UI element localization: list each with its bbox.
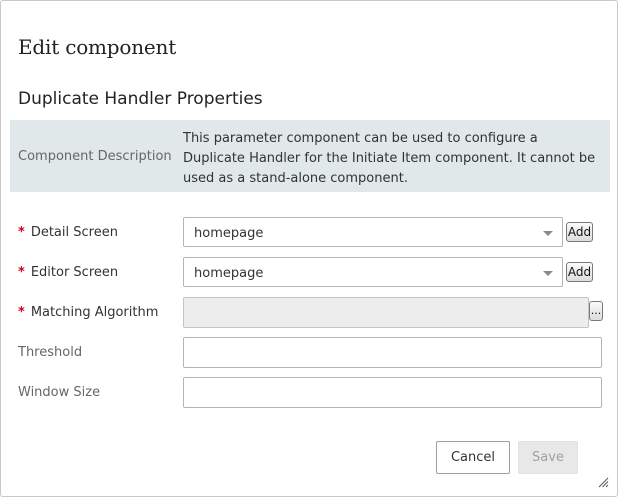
component-description-panel: Component Description This parameter com… (10, 120, 610, 192)
save-button: Save (518, 441, 578, 474)
detail-screen-select[interactable]: homepage (183, 217, 563, 247)
detail-screen-add-button[interactable]: Add (566, 222, 593, 242)
edit-component-dialog: Edit component Duplicate Handler Propert… (0, 0, 618, 497)
editor-screen-label-text: Editor Screen (30, 265, 119, 280)
cancel-button[interactable]: Cancel (436, 441, 510, 474)
matching-algorithm-browse-button[interactable]: ... (589, 301, 603, 321)
editor-screen-value: homepage (194, 266, 264, 281)
threshold-input[interactable] (183, 337, 602, 368)
required-indicator: * (18, 225, 25, 240)
component-description-label: Component Description (18, 149, 172, 164)
section-title: Duplicate Handler Properties (18, 89, 263, 109)
required-indicator: * (18, 265, 25, 280)
chevron-down-icon (543, 271, 553, 276)
window-size-input[interactable] (183, 377, 602, 408)
required-indicator: * (18, 305, 25, 320)
editor-screen-label: * Editor Screen (18, 265, 118, 280)
matching-algorithm-label-text: Matching Algorithm (30, 305, 159, 320)
matching-algorithm-label: * Matching Algorithm (18, 305, 158, 320)
matching-algorithm-input (183, 297, 589, 328)
detail-screen-label-text: Detail Screen (30, 225, 118, 240)
dialog-title: Edit component (18, 35, 177, 59)
editor-screen-add-button[interactable]: Add (566, 262, 593, 282)
chevron-down-icon (543, 231, 553, 236)
detail-screen-label: * Detail Screen (18, 225, 118, 240)
detail-screen-value: homepage (194, 226, 264, 241)
window-size-label: Window Size (18, 385, 101, 400)
editor-screen-select[interactable]: homepage (183, 257, 563, 287)
threshold-label: Threshold (18, 345, 83, 360)
resize-grip-icon[interactable] (597, 476, 609, 488)
component-description-text: This parameter component can be used to … (183, 131, 596, 186)
